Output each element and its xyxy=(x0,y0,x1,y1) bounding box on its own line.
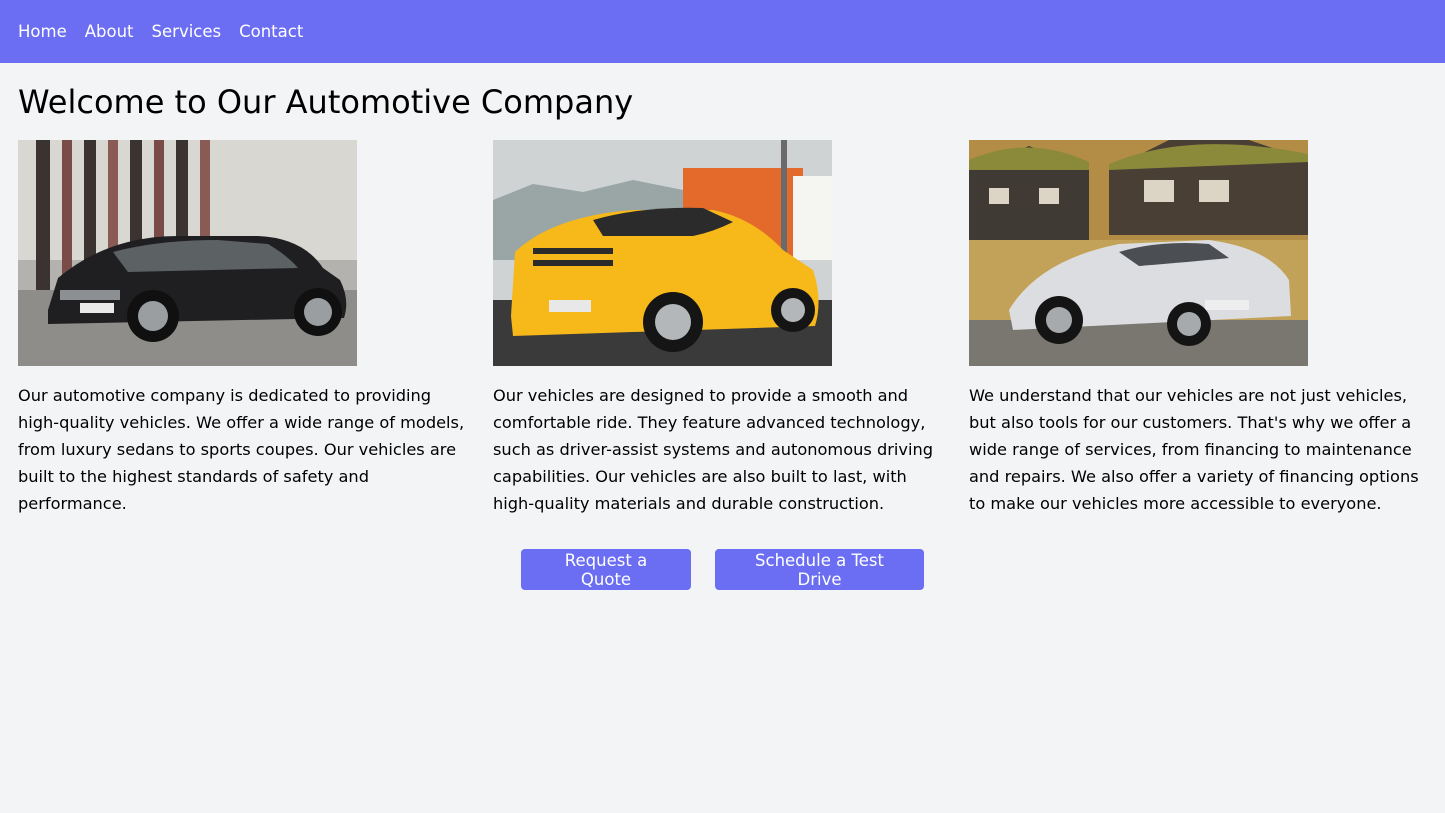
feature-card-1: Our automotive company is dedicated to p… xyxy=(18,140,470,517)
black-sedan-photo xyxy=(18,140,357,366)
request-quote-button[interactable]: Request a Quote xyxy=(521,549,691,590)
feature-card-2: Our vehicles are designed to provide a s… xyxy=(493,140,945,517)
feature-text-1: Our automotive company is dedicated to p… xyxy=(18,386,465,513)
yellow-sports-car-photo xyxy=(493,140,832,366)
feature-text-3: We understand that our vehicles are not … xyxy=(969,386,1419,513)
schedule-test-drive-button[interactable]: Schedule a Test Drive xyxy=(715,549,924,590)
feature-card-3: We understand that our vehicles are not … xyxy=(969,140,1421,517)
top-navbar: Home About Services Contact xyxy=(0,0,1445,63)
nav-link-contact[interactable]: Contact xyxy=(239,22,303,41)
feature-text-2: Our vehicles are designed to provide a s… xyxy=(493,386,933,513)
nav-link-services[interactable]: Services xyxy=(152,22,222,41)
page-title: Welcome to Our Automotive Company xyxy=(18,83,634,121)
white-supercar-photo xyxy=(969,140,1308,366)
nav-link-home[interactable]: Home xyxy=(18,22,67,41)
nav-link-about[interactable]: About xyxy=(85,22,134,41)
